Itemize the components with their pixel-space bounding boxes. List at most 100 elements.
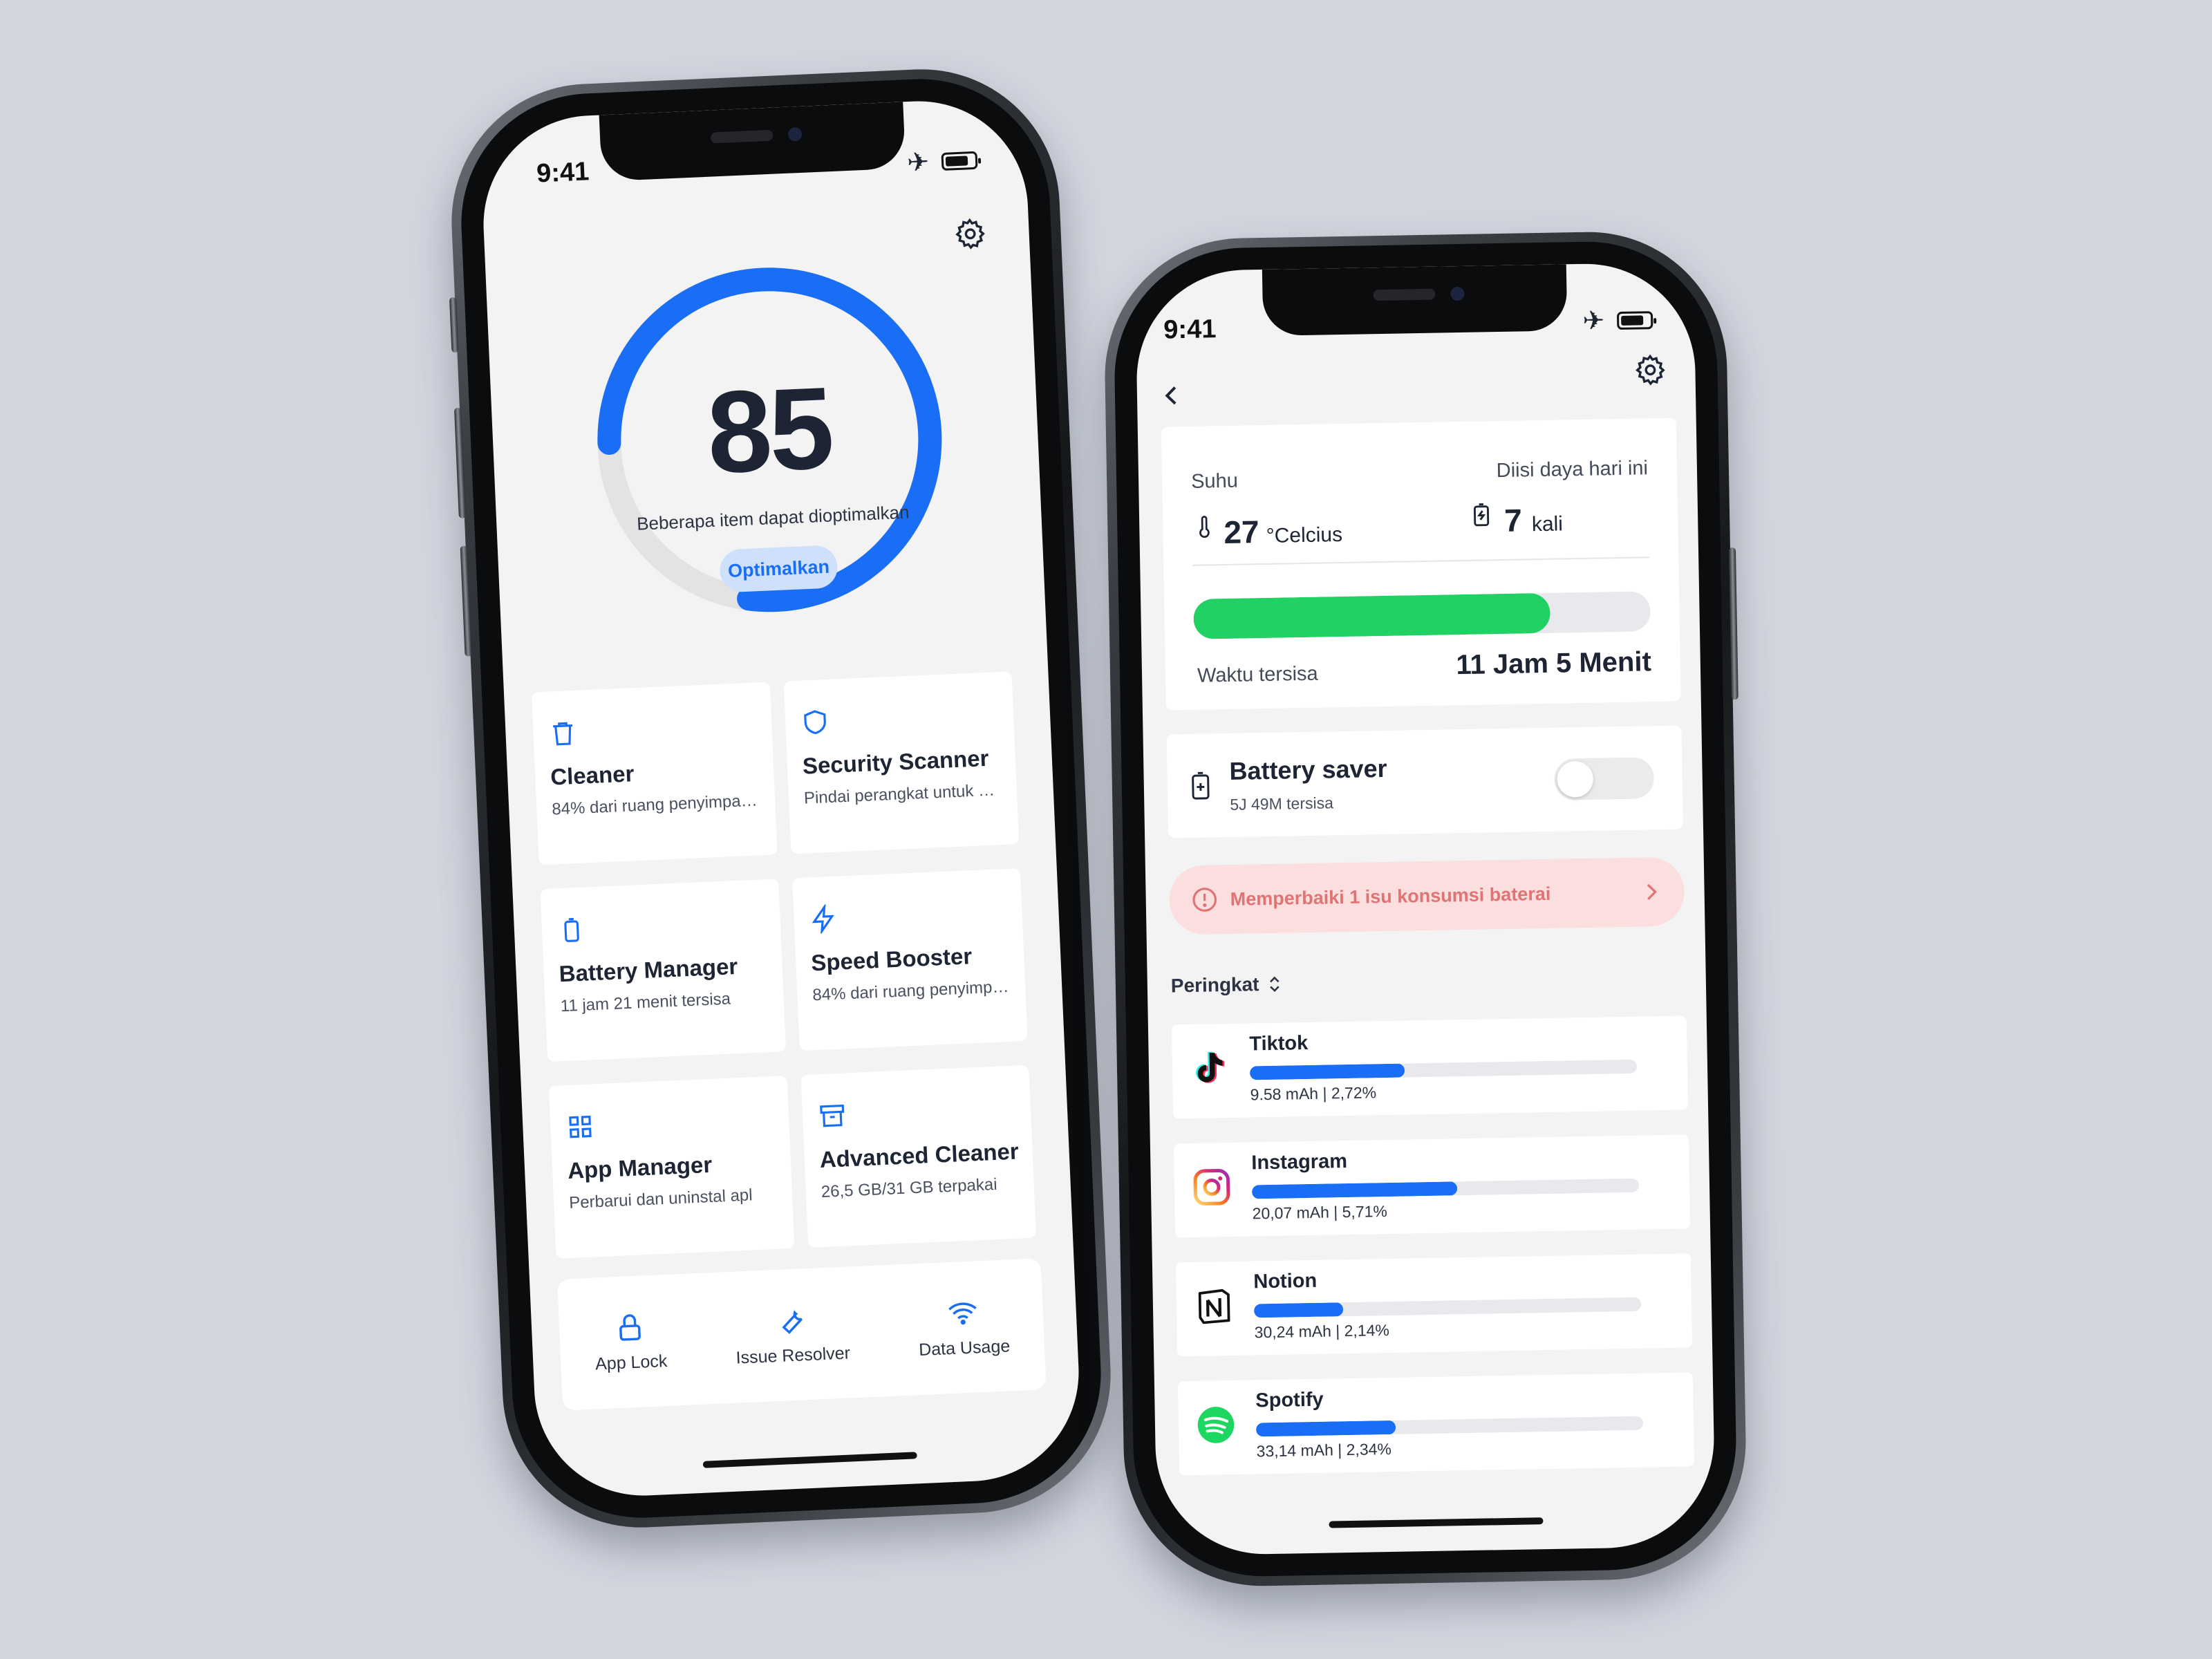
wifi-icon bbox=[948, 1302, 977, 1324]
settings-gear-icon[interactable] bbox=[1633, 353, 1668, 388]
tile-subtitle: 11 jam 21 menit tersisa bbox=[560, 989, 731, 1016]
nav-data-usage[interactable]: Data Usage bbox=[917, 1295, 1011, 1360]
battery-issue-alert[interactable]: Memperbaiki 1 isu konsumsi baterai bbox=[1168, 856, 1685, 935]
app-usage-bar bbox=[1249, 1059, 1638, 1080]
sort-chevrons-icon bbox=[1269, 976, 1280, 992]
app-usage-fill bbox=[1251, 1181, 1458, 1199]
tile-speed-booster[interactable]: Speed Booster 84% dari ruang penyimpanan bbox=[792, 868, 1028, 1051]
nav-label: Issue Resolver bbox=[735, 1342, 851, 1368]
battery-info-card: Suhu 27 °Celcius Diisi daya hari ini 7 k… bbox=[1161, 418, 1681, 711]
tile-title: Cleaner bbox=[550, 760, 635, 790]
divider bbox=[1192, 556, 1650, 566]
phone-left: 9:41 ✈ 85 Beberapa item dapat dioptimalk… bbox=[445, 63, 1117, 1534]
grid-icon bbox=[569, 1115, 592, 1138]
battery-status-icon bbox=[1616, 310, 1653, 330]
app-stats: 30,24 mAh | 2,14% bbox=[1254, 1321, 1390, 1342]
settings-gear-icon[interactable] bbox=[953, 216, 988, 252]
time-remaining-label: Waktu tersisa bbox=[1197, 662, 1318, 687]
tile-subtitle: 84% dari ruang penyimpanan bbox=[551, 791, 762, 819]
tile-title: Speed Booster bbox=[810, 943, 973, 976]
trash-icon bbox=[553, 722, 573, 746]
battery-saver-toggle[interactable] bbox=[1554, 757, 1655, 800]
back-chevron-icon[interactable] bbox=[1158, 382, 1186, 410]
battery-saver-card: Battery saver 5J 49M tersisa bbox=[1166, 725, 1684, 838]
battery-screen: 9:41 ✈ Suhu 27 °Celcius Diisi daya hari … bbox=[1134, 262, 1716, 1556]
temperature-label: Suhu bbox=[1190, 469, 1239, 493]
charge-count-label: Diisi daya hari ini bbox=[1496, 457, 1649, 482]
nav-label: Data Usage bbox=[918, 1335, 1011, 1360]
charge-count-unit: kali bbox=[1531, 512, 1564, 536]
temperature-value: 27 bbox=[1223, 514, 1260, 551]
nav-issue-resolver[interactable]: Issue Resolver bbox=[733, 1302, 850, 1368]
chevron-right-icon bbox=[1647, 883, 1657, 901]
app-row-spotify[interactable]: Spotify 33,14 mAh | 2,34% bbox=[1177, 1372, 1695, 1476]
app-row-notion[interactable]: Notion 30,24 mAh | 2,14% bbox=[1175, 1253, 1693, 1357]
archive-icon bbox=[820, 1104, 845, 1127]
tile-subtitle: Perbarui dan uninstal apl bbox=[568, 1185, 753, 1212]
notch bbox=[599, 102, 906, 182]
alert-text: Memperbaiki 1 isu konsumsi baterai bbox=[1230, 883, 1551, 910]
app-usage-bar bbox=[1255, 1416, 1644, 1437]
app-usage-fill bbox=[1253, 1302, 1344, 1318]
battery-saver-subtitle: 5J 49M tersisa bbox=[1230, 794, 1334, 814]
battery-level-fill bbox=[1193, 592, 1550, 639]
instagram-icon bbox=[1193, 1169, 1230, 1206]
ranking-label: Peringkat bbox=[1170, 973, 1259, 997]
home-indicator bbox=[702, 1452, 917, 1468]
charging-battery-icon bbox=[1473, 503, 1490, 527]
tile-subtitle: 26,5 GB/31 GB terpakai bbox=[821, 1174, 998, 1202]
app-stats: 33,14 mAh | 2,34% bbox=[1256, 1439, 1392, 1461]
phone-right: 9:41 ✈ Suhu 27 °Celcius Diisi daya hari … bbox=[1103, 229, 1748, 1588]
tile-subtitle: 84% dari ruang penyimpanan bbox=[812, 977, 1012, 1005]
app-usage-fill bbox=[1249, 1063, 1405, 1080]
home-indicator bbox=[1329, 1517, 1544, 1528]
tile-security-scanner[interactable]: Security Scanner Pindai perangkat untuk … bbox=[783, 671, 1020, 854]
lock-icon bbox=[619, 1313, 641, 1341]
tile-title: Battery Manager bbox=[558, 953, 738, 987]
nav-label: App Lock bbox=[594, 1351, 668, 1374]
notch bbox=[1262, 264, 1568, 336]
tile-subtitle: Pindai perangkat untuk perik... bbox=[803, 780, 1004, 808]
status-time: 9:41 bbox=[536, 157, 590, 189]
app-stats: 9.58 mAh | 2,72% bbox=[1250, 1083, 1377, 1104]
battery-level-bar bbox=[1193, 591, 1651, 639]
charge-count-readout: 7 kali bbox=[1468, 497, 1564, 539]
home-screen: 9:41 ✈ 85 Beberapa item dapat dioptimalk… bbox=[478, 96, 1084, 1501]
app-row-instagram[interactable]: Instagram 20,07 mAh | 5,71% bbox=[1173, 1134, 1691, 1238]
tile-battery-manager[interactable]: Battery Manager 11 jam 21 menit tersisa bbox=[540, 879, 786, 1062]
airplane-icon: ✈ bbox=[1582, 306, 1605, 336]
status-time: 9:41 bbox=[1163, 315, 1217, 345]
optimize-button[interactable]: Optimalkan bbox=[719, 545, 838, 593]
tiktok-icon bbox=[1196, 1051, 1225, 1083]
app-usage-bar bbox=[1251, 1178, 1640, 1199]
tile-title: Advanced Cleaner bbox=[819, 1138, 1020, 1173]
tile-cleaner[interactable]: Cleaner 84% dari ruang penyimpanan bbox=[531, 682, 778, 865]
battery-saver-title: Battery saver bbox=[1229, 753, 1387, 785]
app-name: Spotify bbox=[1255, 1388, 1324, 1412]
warning-circle-icon bbox=[1192, 888, 1217, 912]
app-row-tiktok[interactable]: Tiktok 9.58 mAh | 2,72% bbox=[1171, 1015, 1689, 1119]
status-icons: ✈ bbox=[906, 144, 978, 178]
thermometer-icon bbox=[1199, 516, 1210, 538]
nav-app-lock[interactable]: App Lock bbox=[593, 1310, 668, 1374]
app-name: Notion bbox=[1253, 1269, 1318, 1293]
battery-plus-icon bbox=[1192, 771, 1210, 800]
app-name: Instagram bbox=[1251, 1150, 1348, 1174]
notion-icon bbox=[1198, 1288, 1230, 1324]
bottom-nav: App Lock Issue Resolver Data Usage bbox=[557, 1258, 1047, 1411]
app-name: Tiktok bbox=[1249, 1031, 1309, 1056]
shield-icon bbox=[804, 710, 826, 735]
app-usage-bar bbox=[1253, 1297, 1642, 1318]
wrench-icon bbox=[782, 1309, 803, 1334]
app-stats: 20,07 mAh | 5,71% bbox=[1252, 1202, 1388, 1223]
airplane-icon: ✈ bbox=[906, 147, 930, 178]
tile-title: App Manager bbox=[567, 1151, 713, 1183]
lightning-icon bbox=[812, 903, 834, 935]
battery-status-icon bbox=[941, 151, 978, 171]
optimization-score: 85 bbox=[704, 362, 834, 498]
tile-advanced-cleaner[interactable]: Advanced Cleaner 26,5 GB/31 GB terpakai bbox=[800, 1065, 1037, 1248]
temperature-unit: °Celcius bbox=[1266, 523, 1343, 547]
tile-app-manager[interactable]: App Manager Perbarui dan uninstal apl bbox=[548, 1076, 795, 1259]
ranking-sort[interactable]: Peringkat bbox=[1171, 973, 1284, 997]
spotify-icon bbox=[1197, 1407, 1235, 1443]
